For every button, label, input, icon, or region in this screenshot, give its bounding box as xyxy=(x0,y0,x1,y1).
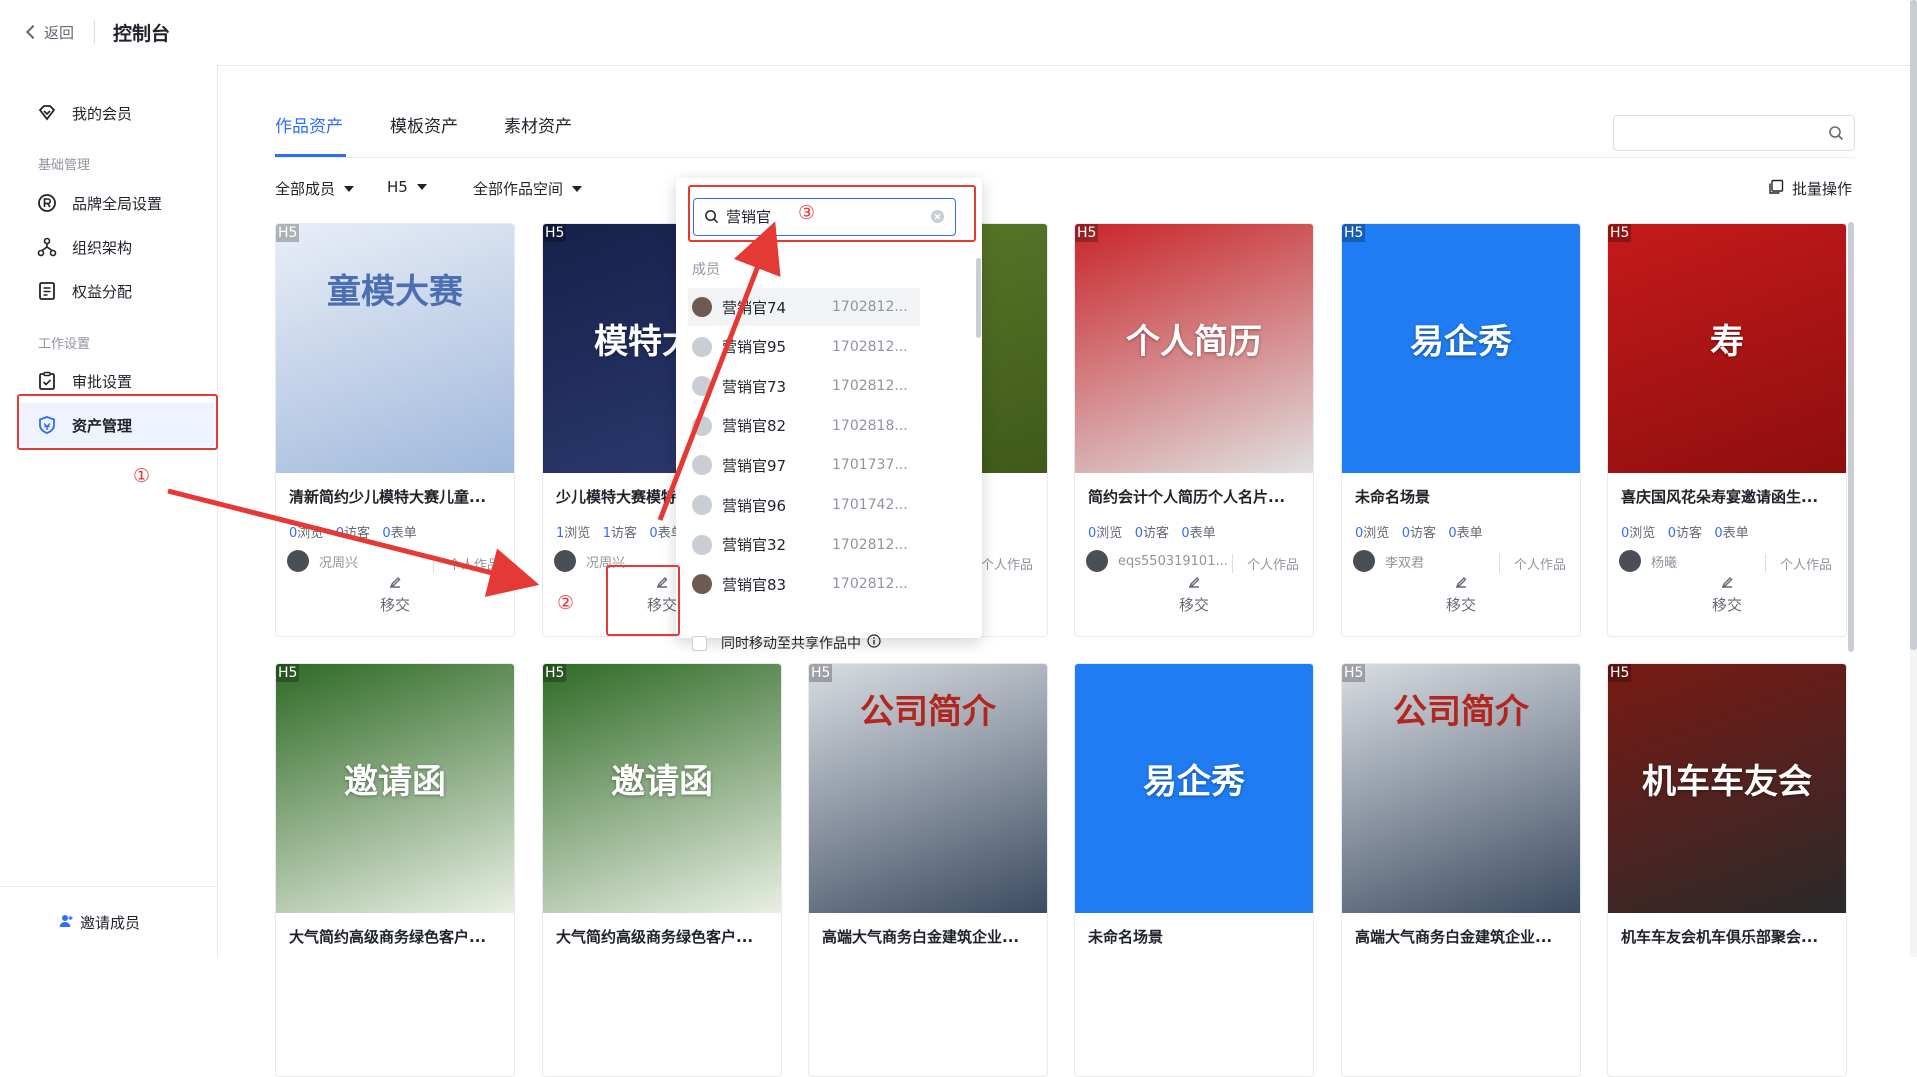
annotation-box-transfer xyxy=(606,565,680,636)
annotation-number-2: ② xyxy=(557,592,575,614)
annotation-arrows xyxy=(167,221,781,597)
arrow-2 xyxy=(657,221,781,521)
arrow-1 xyxy=(167,488,540,597)
